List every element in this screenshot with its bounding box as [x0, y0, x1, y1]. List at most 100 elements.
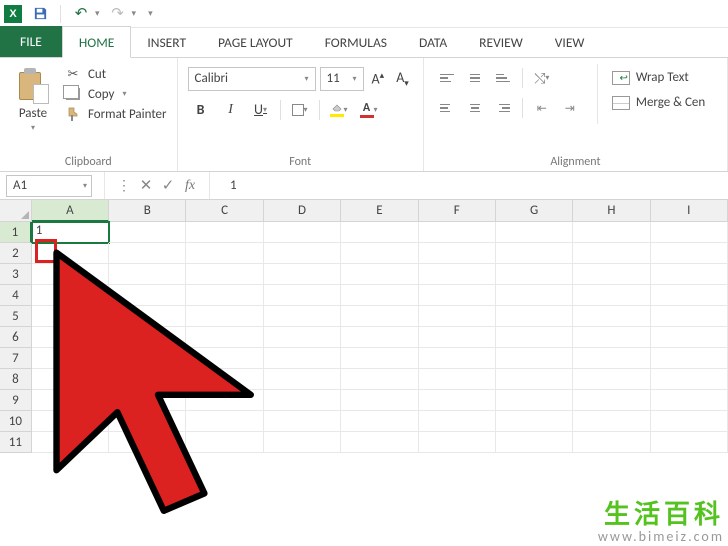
col-header-D[interactable]: D	[264, 200, 341, 222]
cell-I7[interactable]	[651, 348, 728, 369]
cell-E1[interactable]	[341, 222, 418, 243]
merge-center-button[interactable]: Merge & Cen	[612, 95, 705, 110]
row-header-2[interactable]: 2	[0, 243, 32, 264]
cell-G2[interactable]	[496, 243, 573, 264]
row-header-1[interactable]: 1	[0, 222, 32, 243]
insert-function-button[interactable]: fx	[179, 178, 201, 194]
row-header-9[interactable]: 9	[0, 390, 32, 411]
cell-G4[interactable]	[496, 285, 573, 306]
col-header-G[interactable]: G	[496, 200, 573, 222]
format-painter-button[interactable]: Format Painter	[64, 106, 167, 122]
cell-I3[interactable]	[651, 264, 728, 285]
cell-E4[interactable]	[341, 285, 418, 306]
font-color-button[interactable]: A	[356, 98, 382, 122]
cell-E9[interactable]	[341, 390, 418, 411]
cell-I10[interactable]	[651, 411, 728, 432]
row-header-5[interactable]: 5	[0, 306, 32, 327]
cell-F1[interactable]	[419, 222, 496, 243]
cell-H9[interactable]	[573, 390, 650, 411]
cell-B1[interactable]	[109, 222, 186, 243]
col-header-C[interactable]: C	[186, 200, 263, 222]
cell-I6[interactable]	[651, 327, 728, 348]
row-header-6[interactable]: 6	[0, 327, 32, 348]
cell-F4[interactable]	[419, 285, 496, 306]
cell-D1[interactable]	[264, 222, 341, 243]
cell-G3[interactable]	[496, 264, 573, 285]
cell-I2[interactable]	[651, 243, 728, 264]
cell-E2[interactable]	[341, 243, 418, 264]
cell-G8[interactable]	[496, 369, 573, 390]
tab-file[interactable]: FILE	[0, 26, 62, 57]
row-header-11[interactable]: 11	[0, 432, 32, 453]
cell-F7[interactable]	[419, 348, 496, 369]
align-bottom-button[interactable]	[490, 66, 516, 90]
formula-bar-value[interactable]: 1	[218, 178, 237, 193]
tab-formulas[interactable]: FORMULAS	[309, 27, 403, 57]
col-header-H[interactable]: H	[573, 200, 650, 222]
wrap-text-button[interactable]: Wrap Text	[612, 70, 705, 85]
bold-button[interactable]: B	[188, 98, 214, 122]
cell-I11[interactable]	[651, 432, 728, 453]
cell-F10[interactable]	[419, 411, 496, 432]
cancel-formula-icon[interactable]: ✕	[135, 176, 157, 195]
align-left-button[interactable]	[434, 96, 460, 120]
select-all-button[interactable]	[0, 200, 32, 222]
paste-button[interactable]: Paste ▾	[10, 64, 56, 133]
qat-customize-icon[interactable]: ▾	[148, 8, 153, 19]
tab-view[interactable]: VIEW	[539, 27, 601, 57]
increase-indent-button[interactable]: ⇥	[557, 96, 583, 120]
tab-insert[interactable]: INSERT	[131, 27, 202, 57]
cell-E11[interactable]	[341, 432, 418, 453]
cell-H5[interactable]	[573, 306, 650, 327]
italic-button[interactable]: I	[218, 98, 244, 122]
row-header-4[interactable]: 4	[0, 285, 32, 306]
cell-I9[interactable]	[651, 390, 728, 411]
align-center-button[interactable]	[462, 96, 488, 120]
decrease-font-icon[interactable]: A	[392, 66, 413, 92]
tab-review[interactable]: REVIEW	[463, 27, 539, 57]
cell-F11[interactable]	[419, 432, 496, 453]
cell-H8[interactable]	[573, 369, 650, 390]
align-top-button[interactable]	[434, 66, 460, 90]
cell-I5[interactable]	[651, 306, 728, 327]
cell-G10[interactable]	[496, 411, 573, 432]
cell-C1[interactable]	[186, 222, 263, 243]
cell-F9[interactable]	[419, 390, 496, 411]
cell-E7[interactable]	[341, 348, 418, 369]
tab-data[interactable]: DATA	[403, 27, 463, 57]
col-header-F[interactable]: F	[419, 200, 496, 222]
save-icon[interactable]	[28, 2, 52, 26]
col-header-A[interactable]: A	[32, 200, 109, 222]
cell-F8[interactable]	[419, 369, 496, 390]
cell-F5[interactable]	[419, 306, 496, 327]
cell-E5[interactable]	[341, 306, 418, 327]
align-middle-button[interactable]	[462, 66, 488, 90]
cell-E3[interactable]	[341, 264, 418, 285]
cell-E8[interactable]	[341, 369, 418, 390]
enter-formula-icon[interactable]: ✓	[157, 176, 179, 195]
col-header-I[interactable]: I	[651, 200, 728, 222]
border-button[interactable]	[287, 98, 313, 122]
cell-H6[interactable]	[573, 327, 650, 348]
cell-I8[interactable]	[651, 369, 728, 390]
row-header-3[interactable]: 3	[0, 264, 32, 285]
redo-icon[interactable]: ↷	[106, 2, 130, 26]
cell-I1[interactable]	[651, 222, 728, 243]
copy-button[interactable]: Copy ▾	[64, 86, 167, 102]
cell-F3[interactable]	[419, 264, 496, 285]
col-header-B[interactable]: B	[109, 200, 186, 222]
cell-G11[interactable]	[496, 432, 573, 453]
tab-home[interactable]: HOME	[62, 26, 131, 58]
row-header-10[interactable]: 10	[0, 411, 32, 432]
tab-page-layout[interactable]: PAGE LAYOUT	[202, 27, 309, 57]
cell-E6[interactable]	[341, 327, 418, 348]
align-right-button[interactable]	[490, 96, 516, 120]
font-name-combo[interactable]: Calibri▾	[188, 67, 316, 91]
col-header-E[interactable]: E	[341, 200, 418, 222]
cell-H11[interactable]	[573, 432, 650, 453]
cell-G6[interactable]	[496, 327, 573, 348]
cell-H3[interactable]	[573, 264, 650, 285]
cell-H2[interactable]	[573, 243, 650, 264]
undo-icon[interactable]: ↶	[69, 2, 93, 26]
cell-G5[interactable]	[496, 306, 573, 327]
